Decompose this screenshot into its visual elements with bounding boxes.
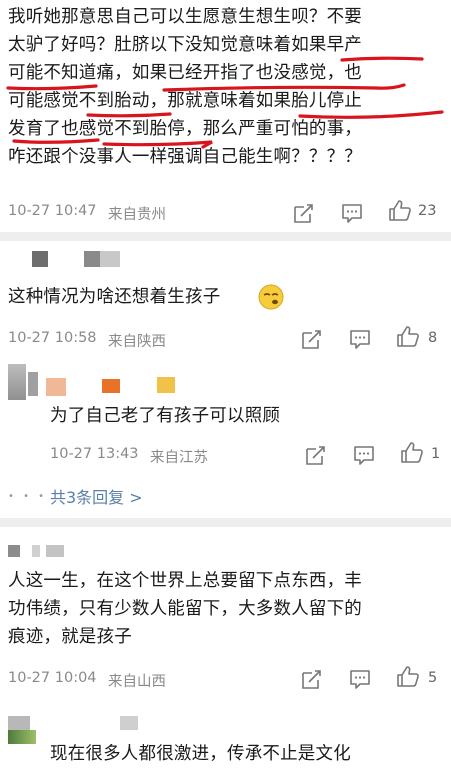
thumbs-up-icon[interactable] [396, 325, 420, 349]
comment-icon[interactable] [340, 201, 364, 225]
comment-3-like-count: 5 [428, 670, 438, 686]
mosaic-avatar [8, 364, 26, 400]
mosaic-avatar [46, 378, 66, 396]
mosaic-username [100, 251, 120, 267]
mosaic-avatar [32, 251, 48, 267]
red-underline-marks [6, 56, 444, 149]
mosaic-badge [157, 377, 175, 393]
comment-icon[interactable] [348, 327, 372, 351]
comment-2-like-count: 8 [428, 330, 438, 346]
thumbs-up-icon[interactable] [388, 199, 412, 223]
mosaic-username [32, 545, 40, 557]
comment-1-location: 来自贵州 [108, 207, 166, 223]
comment-icon[interactable] [352, 443, 376, 467]
thumbs-up-icon[interactable] [396, 665, 420, 689]
comment-1-timestamp: 10-27 10:47 [8, 203, 97, 219]
share-icon[interactable] [304, 443, 328, 467]
comment-3-line-2: 功伟绩，只有少数人能留下，大多数人留下的 [8, 599, 362, 619]
thumbs-up-icon[interactable] [400, 441, 424, 465]
comment-1-like-count: 23 [418, 203, 437, 219]
collapsed-dots: • • • [8, 491, 48, 502]
mosaic-username [120, 716, 138, 730]
share-icon[interactable] [300, 327, 324, 351]
reply-location: 来自江苏 [150, 450, 208, 466]
comment-2-text: 这种情况为啥还想着生孩子 [8, 287, 221, 307]
reply-like-count: 1 [431, 446, 441, 462]
view-more-replies-link[interactable]: 共3条回复 > [50, 484, 143, 508]
mosaic-avatar [8, 716, 30, 730]
section-divider [0, 518, 451, 527]
reply-text: 为了自己老了有孩子可以照顾 [50, 406, 281, 426]
comment-3-location: 来自山西 [108, 674, 166, 690]
share-icon[interactable] [292, 201, 316, 225]
mosaic-avatar [8, 545, 20, 557]
comment-2-location: 来自陕西 [108, 334, 166, 350]
mosaic-username [84, 251, 100, 267]
mosaic-avatar [8, 730, 36, 744]
comment-2-timestamp: 10-27 10:58 [8, 330, 97, 346]
mosaic-avatar [28, 372, 38, 396]
comment-3-line-3: 痕迹，就是孩子 [8, 627, 132, 647]
comment-4-text: 现在很多人都很激进，传承不止是文化 [50, 744, 351, 764]
share-icon[interactable] [300, 667, 324, 691]
mosaic-username [46, 545, 64, 557]
section-divider [0, 232, 451, 241]
hushed-face-emoji-icon [258, 284, 284, 310]
comment-icon[interactable] [348, 667, 372, 691]
reply-timestamp: 10-27 13:43 [50, 446, 139, 462]
comment-3-timestamp: 10-27 10:04 [8, 670, 97, 686]
comment-3-line-1: 人这一生，在这个世界上总要留下点东西，丰 [8, 571, 362, 591]
mosaic-username [102, 379, 120, 393]
